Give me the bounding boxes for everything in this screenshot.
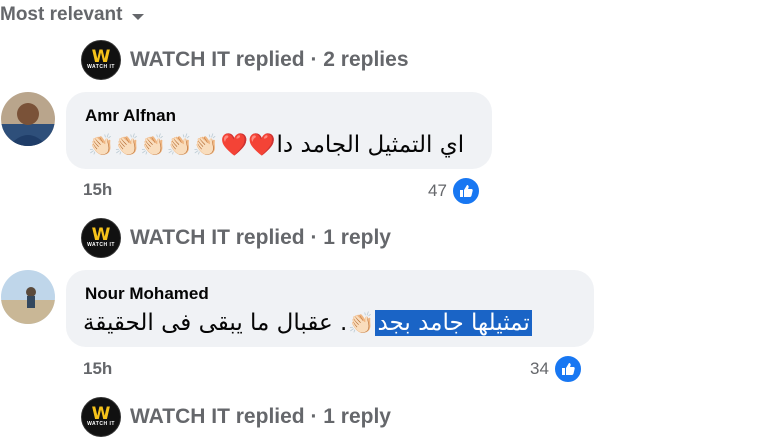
reaction-count: 34 bbox=[530, 359, 549, 378]
replies-summary: WATCH IT replied · 1 reply bbox=[130, 405, 391, 428]
comment-text: اي التمثيل الجامد دا ❤️❤️ 👏🏻👏🏻👏🏻👏🏻👏🏻 bbox=[87, 132, 464, 158]
logo-wordmark: WATCH IT bbox=[87, 241, 115, 248]
comment-author[interactable]: Nour Mohamed bbox=[85, 284, 209, 304]
like-icon bbox=[552, 354, 583, 384]
watch-it-avatar: W WATCH IT bbox=[81, 40, 121, 80]
caret-down-icon bbox=[132, 14, 145, 20]
logo-mark: W bbox=[91, 403, 111, 424]
view-replies-link[interactable]: W WATCH IT WATCH IT replied · 1 reply bbox=[81, 218, 391, 258]
view-replies-link[interactable]: W WATCH IT WATCH IT replied · 2 replies bbox=[81, 40, 409, 80]
avatar[interactable] bbox=[1, 270, 55, 324]
comment-text: تمثيلها جامد بجد 👏🏻 . عقبال ما يبقى فى ا… bbox=[83, 310, 532, 336]
reaction-summary[interactable]: 47 bbox=[428, 176, 481, 206]
watch-it-avatar: W WATCH IT bbox=[81, 218, 121, 258]
sort-dropdown[interactable]: Most relevant bbox=[0, 4, 145, 26]
like-icon bbox=[450, 176, 481, 206]
selected-text: تمثيلها جامد بجد bbox=[375, 310, 532, 336]
replies-summary: WATCH IT replied · 2 replies bbox=[130, 48, 409, 71]
clap-emoji: 👏🏻 bbox=[348, 310, 375, 335]
logo-wordmark: WATCH IT bbox=[87, 63, 115, 70]
logo-mark: W bbox=[91, 224, 111, 245]
clap-emoji: 👏🏻👏🏻👏🏻👏🏻👏🏻 bbox=[88, 132, 219, 157]
reaction-summary[interactable]: 34 bbox=[530, 354, 583, 384]
watch-it-avatar: W WATCH IT bbox=[81, 397, 121, 437]
comment-author[interactable]: Amr Alfnan bbox=[85, 106, 176, 126]
sort-label: Most relevant bbox=[0, 4, 123, 25]
comment-text-arabic: . عقبال ما يبقى فى الحقيقة bbox=[83, 310, 348, 336]
view-replies-link[interactable]: W WATCH IT WATCH IT replied · 1 reply bbox=[81, 397, 391, 437]
comment-timestamp[interactable]: 15h bbox=[83, 359, 112, 379]
comment-text-arabic: اي التمثيل الجامد دا bbox=[276, 132, 465, 158]
avatar[interactable] bbox=[1, 92, 55, 146]
logo-wordmark: WATCH IT bbox=[87, 420, 115, 427]
reaction-count: 47 bbox=[428, 181, 447, 200]
logo-mark: W bbox=[91, 46, 111, 67]
replies-summary: WATCH IT replied · 1 reply bbox=[130, 226, 391, 249]
heart-emoji: ❤️❤️ bbox=[220, 132, 276, 158]
comment-timestamp[interactable]: 15h bbox=[83, 180, 112, 200]
